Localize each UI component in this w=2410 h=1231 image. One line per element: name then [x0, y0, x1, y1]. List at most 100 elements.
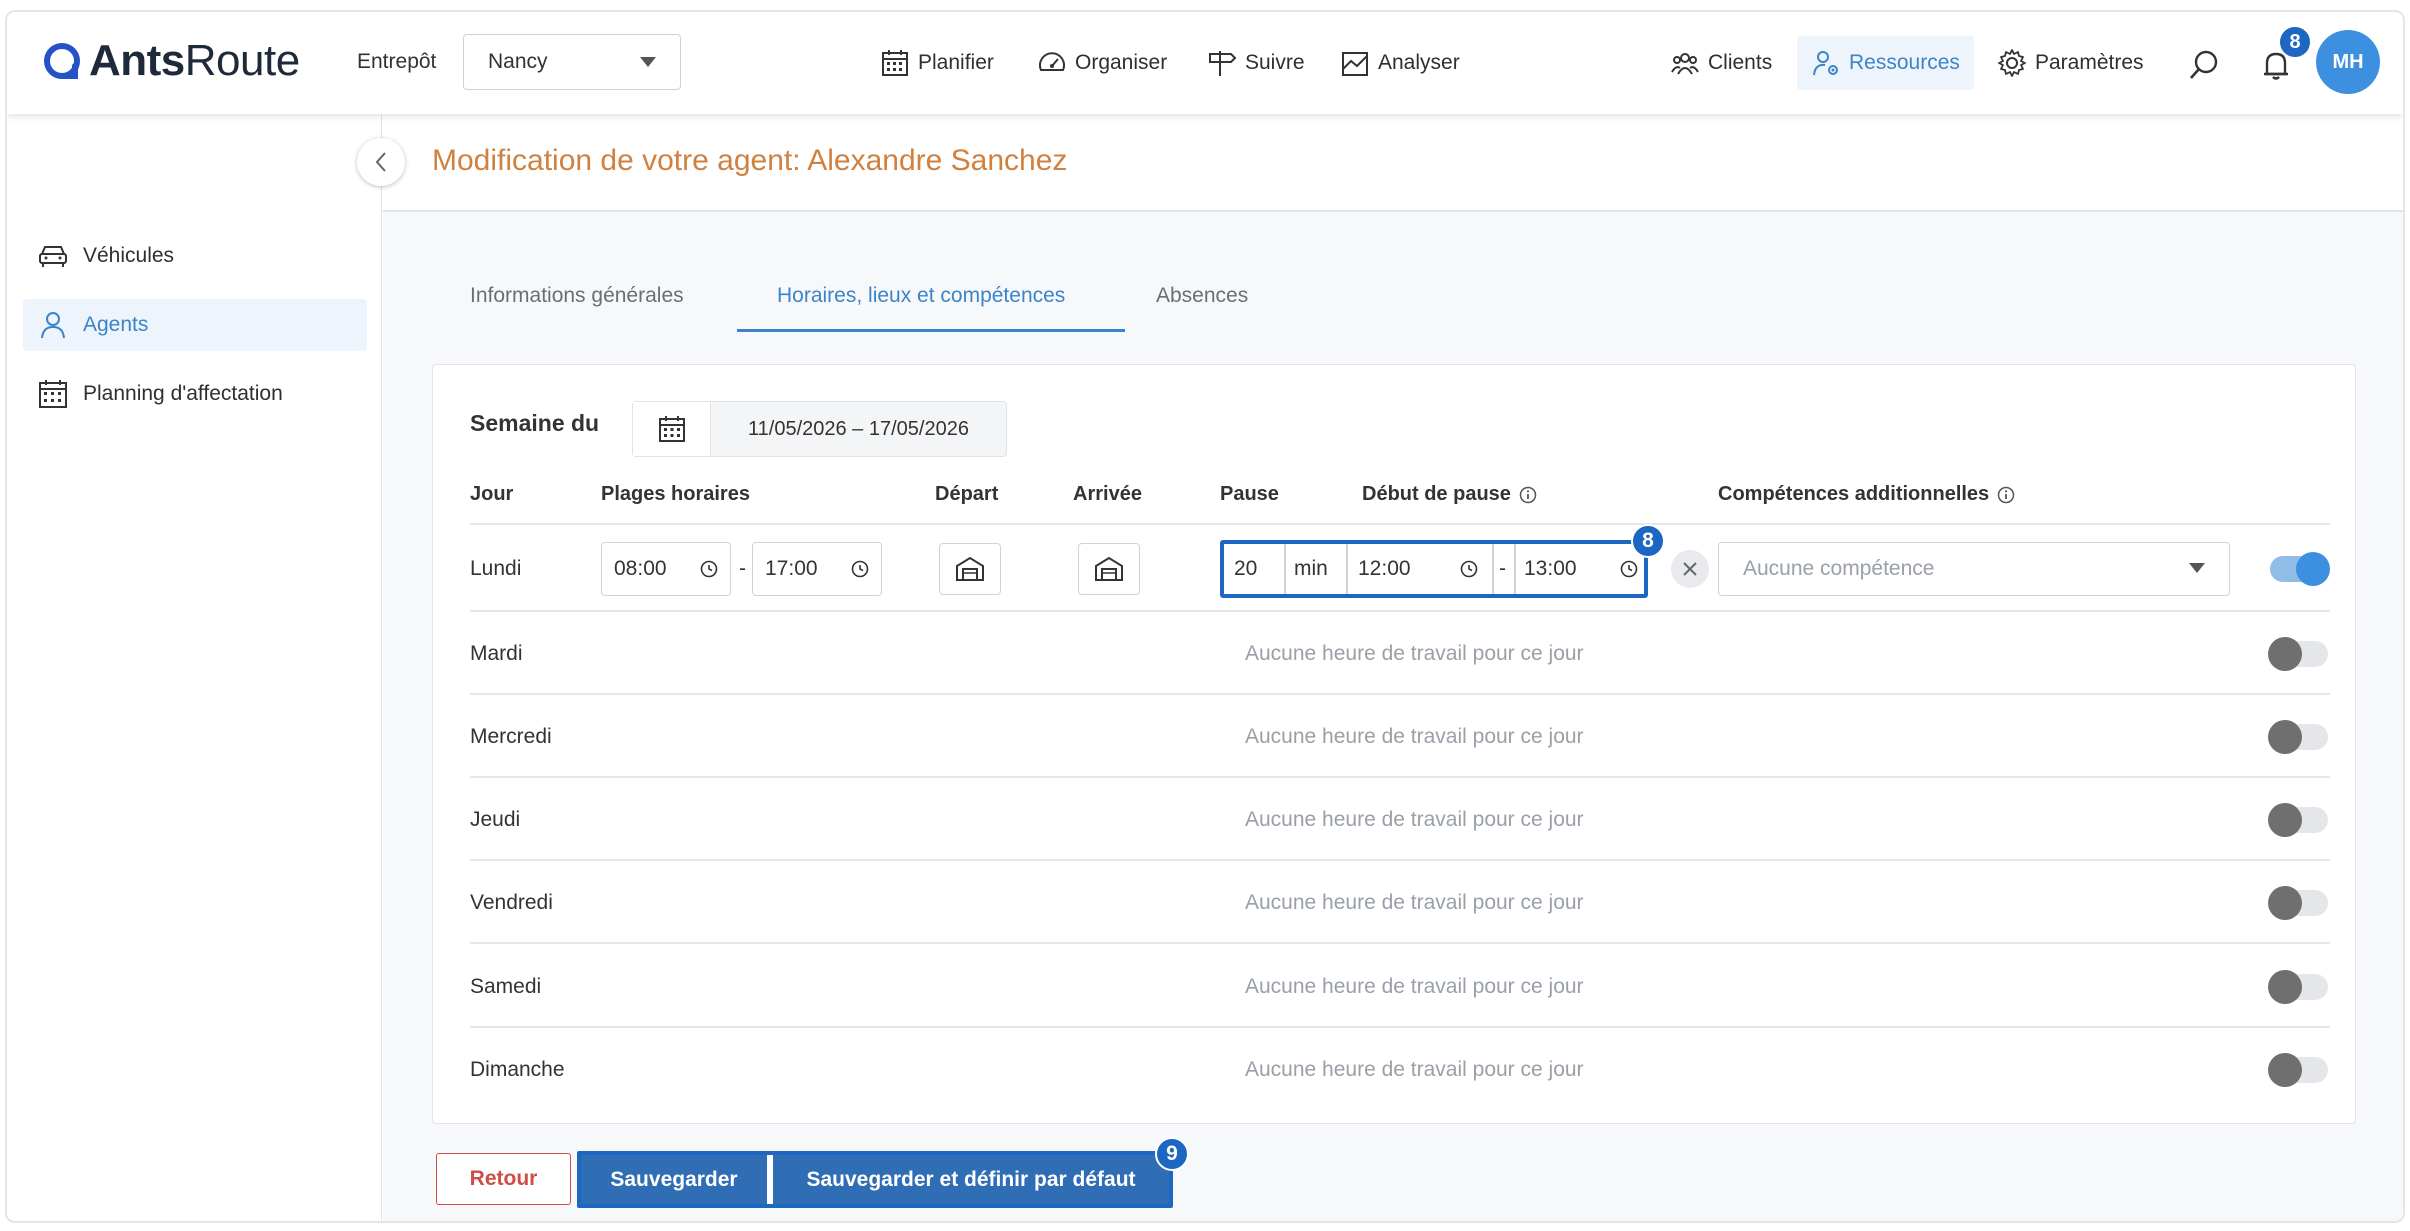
logo[interactable]: AntsRoute: [41, 36, 300, 86]
step-marker-badge: 9: [1155, 1137, 1189, 1171]
day-toggle-friday[interactable]: [2268, 886, 2328, 920]
clock-icon: [1620, 560, 1638, 578]
warehouse-icon: [956, 556, 984, 581]
gear-icon: [1998, 49, 2026, 77]
pause-unit-label: min: [1294, 557, 1328, 580]
close-icon: [1683, 562, 1697, 576]
day-label-monday: Lundi: [470, 557, 522, 580]
divider: [1492, 544, 1494, 594]
day-label-saturday: Samedi: [470, 975, 542, 998]
nav-plan[interactable]: Planifier: [880, 40, 994, 86]
person-icon: [41, 312, 65, 339]
toggle-knob: [2268, 720, 2302, 754]
sidebar-item-label: Agents: [83, 313, 149, 336]
column-header-arrival: Arrivée: [1073, 483, 1142, 505]
sidebar-item-vehicles[interactable]: Véhicules: [23, 230, 367, 282]
toggle-knob: [2268, 970, 2302, 1004]
clear-pause-button[interactable]: [1671, 550, 1709, 588]
collapse-sidebar-button[interactable]: [357, 138, 405, 186]
warehouse-label: Entrepôt: [357, 50, 437, 73]
week-picker[interactable]: 11/05/2026 – 17/05/2026: [632, 401, 1007, 457]
slot-end-value: 17:00: [765, 557, 818, 580]
tab-general-info[interactable]: Informations générales: [470, 284, 684, 308]
divider: [470, 610, 2330, 612]
divider: [1284, 544, 1286, 594]
day-toggle-monday[interactable]: [2270, 552, 2330, 586]
nav-settings[interactable]: Paramètres: [1997, 40, 2144, 86]
warehouse-icon: [1095, 556, 1123, 581]
range-separator: -: [739, 557, 746, 580]
info-icon[interactable]: [1519, 486, 1537, 504]
nav-resources[interactable]: Ressources: [1797, 36, 1974, 90]
toggle-knob: [2268, 803, 2302, 837]
app-window: AntsRoute Entrepôt Nancy Planifier Organ…: [5, 10, 2405, 1223]
column-header-pause-start: Début de pause: [1362, 483, 1537, 506]
sidebar-item-agents[interactable]: Agents: [23, 299, 367, 351]
signpost-icon: [1209, 51, 1237, 76]
nav-resources-label: Ressources: [1849, 51, 1960, 74]
notification-count-badge: 8: [2278, 25, 2312, 59]
pause-end-input[interactable]: 13:00: [1524, 544, 1642, 594]
divider: [470, 776, 2330, 778]
top-bar: AntsRoute Entrepôt Nancy Planifier Organ…: [7, 12, 2403, 114]
nav-analyze-label: Analyser: [1378, 51, 1460, 74]
nav-track-label: Suivre: [1245, 51, 1305, 74]
info-icon[interactable]: [1997, 486, 2015, 504]
pause-start-input[interactable]: 12:00: [1358, 544, 1488, 594]
user-avatar[interactable]: MH: [2316, 30, 2380, 94]
tab-schedules-locations-skills[interactable]: Horaires, lieux et compétences: [777, 284, 1065, 308]
clock-icon: [700, 560, 718, 578]
tab-absences[interactable]: Absences: [1156, 284, 1248, 308]
calendar-icon: [39, 380, 67, 408]
column-header-pause: Pause: [1220, 483, 1279, 505]
calendar-button[interactable]: [633, 402, 711, 456]
range-separator: -: [1499, 557, 1506, 580]
car-icon: [39, 246, 67, 267]
slot-end-input[interactable]: 17:00: [752, 542, 882, 596]
warehouse-select[interactable]: Nancy: [463, 34, 681, 90]
arrival-location-button[interactable]: [1078, 543, 1140, 595]
clock-icon: [851, 560, 869, 578]
back-button[interactable]: Retour: [436, 1153, 571, 1205]
nav-analyze[interactable]: Analyser: [1340, 40, 1460, 86]
day-toggle-saturday[interactable]: [2268, 970, 2328, 1004]
toggle-knob: [2268, 1053, 2302, 1087]
column-header-skills: Compétences additionnelles: [1718, 483, 2015, 506]
search-icon: [2190, 50, 2218, 79]
search-button[interactable]: [2187, 48, 2221, 82]
day-label-sunday: Dimanche: [470, 1058, 565, 1081]
day-label-wednesday: Mercredi: [470, 725, 552, 748]
day-toggle-sunday[interactable]: [2268, 1053, 2328, 1087]
nav-track[interactable]: Suivre: [1207, 40, 1305, 86]
nav-plan-label: Planifier: [918, 51, 994, 74]
nav-settings-label: Paramètres: [2035, 51, 2144, 74]
no-work-text: Aucune heure de travail pour ce jour: [1245, 1058, 1584, 1081]
slot-start-input[interactable]: 08:00: [601, 542, 731, 596]
logo-text: AntsRoute: [89, 36, 300, 85]
toggle-knob: [2296, 552, 2330, 586]
warehouse-value: Nancy: [488, 50, 548, 73]
departure-location-button[interactable]: [939, 543, 1001, 595]
sidebar: Véhicules Agents Planning d'affectation: [7, 114, 382, 1221]
divider: [470, 523, 2330, 525]
day-toggle-thursday[interactable]: [2268, 803, 2328, 837]
sidebar-item-assignment-planning[interactable]: Planning d'affectation: [23, 368, 367, 420]
no-work-text: Aucune heure de travail pour ce jour: [1245, 891, 1584, 914]
no-work-text: Aucune heure de travail pour ce jour: [1245, 725, 1584, 748]
sidebar-item-label: Véhicules: [83, 244, 175, 267]
day-toggle-tuesday[interactable]: [2268, 637, 2328, 671]
slot-start-value: 08:00: [614, 557, 667, 580]
nav-organize-label: Organiser: [1075, 51, 1168, 74]
nav-organize[interactable]: Organiser: [1037, 40, 1167, 86]
chevron-down-icon: [2189, 563, 2205, 573]
pause-duration-input[interactable]: 20: [1234, 544, 1280, 594]
step-marker-badge: 8: [1631, 524, 1665, 558]
nav-clients[interactable]: Clients: [1670, 40, 1772, 86]
save-button[interactable]: Sauvegarder: [581, 1155, 773, 1204]
day-toggle-wednesday[interactable]: [2268, 720, 2328, 754]
antsroute-logo-icon: [41, 40, 83, 82]
save-as-default-button[interactable]: Sauvegarder et définir par défaut: [773, 1155, 1169, 1204]
divider: [1346, 544, 1348, 594]
person-gear-icon: [1813, 51, 1838, 76]
skills-select[interactable]: Aucune compétence: [1718, 542, 2230, 596]
